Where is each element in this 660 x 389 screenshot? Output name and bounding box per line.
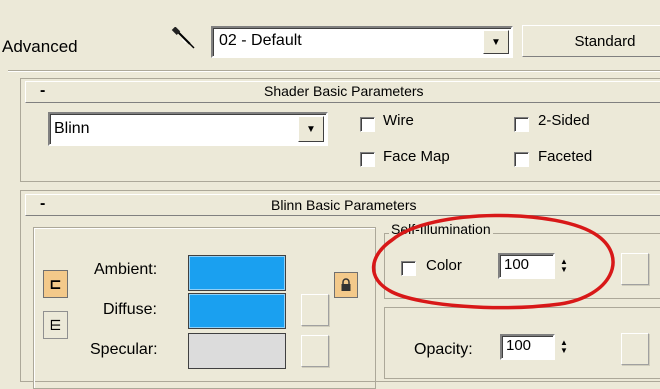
highlight-ellipse xyxy=(371,213,615,310)
